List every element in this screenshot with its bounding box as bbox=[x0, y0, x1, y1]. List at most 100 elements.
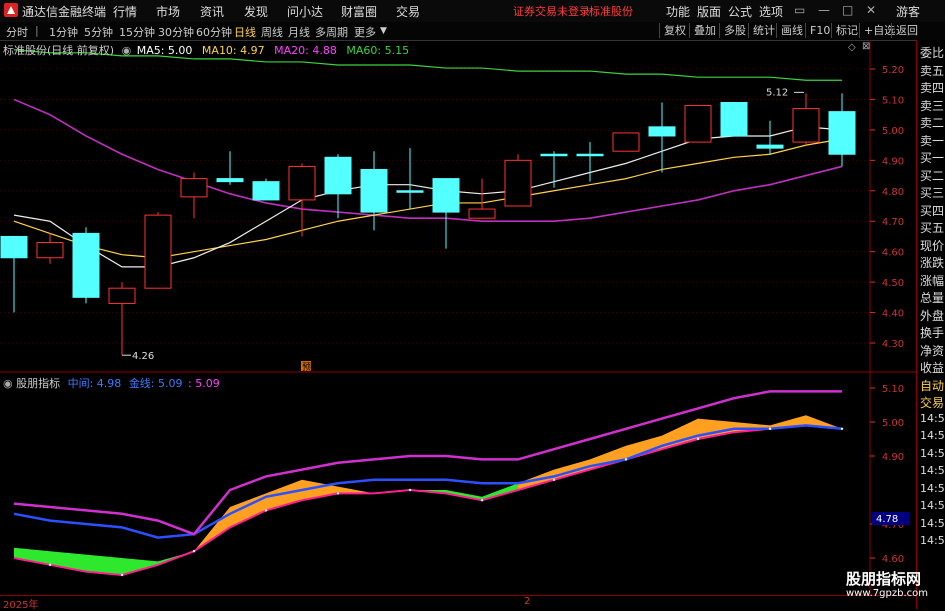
candle-body bbox=[0, 235, 28, 259]
tab-30min[interactable]: 30分钟 bbox=[158, 24, 194, 40]
indicator-dot bbox=[48, 563, 52, 566]
btn-back[interactable]: 返回 bbox=[891, 23, 922, 38]
date-axis: 2025年 2 bbox=[0, 595, 916, 611]
menu-xuanxiang[interactable]: 选项 bbox=[759, 3, 783, 20]
indicator-fill bbox=[14, 415, 842, 575]
ma20-label: MA20: 4.88 bbox=[274, 44, 337, 57]
y-tick-label: 5.00 bbox=[882, 126, 904, 137]
menu-faxian[interactable]: 发现 bbox=[244, 3, 268, 20]
menu-shichang[interactable]: 市场 bbox=[156, 3, 180, 20]
indicator-dot bbox=[480, 499, 484, 502]
quote-field: 14:56 bbox=[920, 481, 945, 495]
quote-field: 14:56 bbox=[920, 464, 945, 477]
menu-jiaoyi[interactable]: 交易 bbox=[396, 3, 420, 20]
quote-field: 买四 bbox=[920, 203, 945, 218]
menu-gongshi[interactable]: 公式 bbox=[728, 3, 752, 20]
tab-daily[interactable]: 日线 bbox=[234, 24, 256, 40]
quote-field: 涨幅 bbox=[920, 273, 945, 288]
y-tick-label: 4.70 bbox=[882, 217, 904, 228]
tab-more[interactable]: 更多 bbox=[354, 24, 376, 40]
indicator-dot bbox=[840, 427, 844, 430]
candle-body bbox=[576, 153, 604, 157]
tab-15min[interactable]: 15分钟 bbox=[119, 24, 155, 40]
indicator-band bbox=[338, 486, 374, 494]
indicator-magenta-line bbox=[13, 390, 842, 536]
menu-zixun[interactable]: 资讯 bbox=[200, 3, 224, 20]
indicator-chart[interactable]: 5.105.004.904.704.60 4.78 bbox=[0, 373, 916, 595]
quote-field: 14:56 bbox=[920, 411, 945, 425]
indicator-settings-icon[interactable]: ◉ bbox=[3, 377, 13, 390]
candle-body bbox=[828, 111, 856, 155]
ma-lines bbox=[13, 49, 843, 268]
separator: | bbox=[35, 24, 39, 37]
indicator-dot bbox=[552, 478, 556, 481]
menu-gongneng[interactable]: 功能 bbox=[666, 3, 690, 20]
y-tick-label: 5.20 bbox=[882, 65, 904, 76]
tab-5min[interactable]: 5分钟 bbox=[84, 24, 113, 40]
period-toolbar: 分时 | 1分钟 5分钟 15分钟 30分钟 60分钟 日线 周线 月线 多周期… bbox=[0, 22, 945, 41]
tab-weekly[interactable]: 周线 bbox=[261, 24, 283, 40]
indicator-name[interactable]: 股朋指标 bbox=[16, 377, 60, 390]
diamond-icon[interactable]: ◇ bbox=[848, 42, 856, 53]
indicator-dot bbox=[120, 573, 124, 577]
ma5-label: MA5: 5.00 bbox=[136, 44, 193, 57]
indicator-band bbox=[554, 459, 590, 480]
indicator-lines bbox=[13, 390, 844, 577]
more-chevron-icon[interactable]: ▼ bbox=[380, 26, 387, 36]
quote-field: 14:56 bbox=[920, 499, 945, 512]
btn-biaoji[interactable]: 标记 bbox=[831, 23, 862, 38]
quote-field: 买五 bbox=[920, 221, 945, 235]
tab-60min[interactable]: 60分钟 bbox=[196, 24, 232, 40]
quote-field: 卖四 bbox=[920, 81, 945, 95]
quote-field: 14:56 bbox=[920, 429, 945, 442]
minimize-window-icon[interactable]: — bbox=[818, 3, 830, 17]
indicator-dot bbox=[624, 458, 628, 461]
app-name: 通达信金融终端 bbox=[22, 5, 107, 19]
main-chart-legend: 标准股份(日线 前复权) ◉ MA5: 5.00 MA10: 4.97 MA20… bbox=[3, 42, 409, 58]
indicator-mid-label: 中间: 4.98 bbox=[67, 377, 122, 390]
candle-body bbox=[684, 105, 712, 143]
y-tick-label: 4.80 bbox=[882, 187, 904, 198]
maximize-icon[interactable]: □ bbox=[842, 3, 853, 17]
y-tick-label: 5.10 bbox=[882, 95, 904, 106]
quote-field: 买三 bbox=[920, 186, 945, 200]
menu-caifuquan[interactable]: 财富圈 bbox=[341, 3, 377, 20]
candle-body bbox=[360, 168, 388, 213]
candle-body bbox=[756, 144, 784, 149]
settings-icon[interactable]: ◉ bbox=[122, 44, 132, 57]
guest-label[interactable]: 游客 bbox=[896, 3, 920, 20]
quote-field: 自动 bbox=[920, 378, 945, 393]
menu-hangqing[interactable]: 行情 bbox=[113, 3, 137, 20]
ma10-label: MA10: 4.97 bbox=[201, 44, 265, 57]
tab-fenshi[interactable]: 分时 bbox=[6, 24, 28, 40]
candle-body bbox=[504, 159, 532, 207]
y-axis-ticks: 5.20 5.10 5.00 4.90 4.80 4.70 4.60 4.50 4.40 4.30 bbox=[870, 65, 904, 350]
candle-body bbox=[72, 232, 100, 298]
indicator-dot bbox=[696, 437, 700, 441]
btn-tongji[interactable]: 统计 bbox=[748, 23, 779, 38]
btn-f10[interactable]: F10 bbox=[805, 23, 834, 38]
menu-wenxiaoda[interactable]: 问小达 bbox=[287, 3, 323, 20]
btn-huaxian[interactable]: 画线 bbox=[776, 23, 807, 38]
indicator-dot bbox=[264, 509, 268, 512]
close-chart-icon[interactable]: ⊠ bbox=[862, 41, 870, 52]
tab-monthly[interactable]: 月线 bbox=[288, 24, 310, 40]
candle-body bbox=[720, 101, 748, 137]
indicator-legend: ◉ 股朋指标 中间: 4.98 金线: 5.09 : 5.09 bbox=[3, 375, 220, 391]
login-status[interactable]: 证券交易未登录 bbox=[513, 3, 590, 19]
tab-multi-period[interactable]: 多周期 bbox=[315, 24, 348, 40]
quote-field: 净资 bbox=[920, 343, 945, 358]
candle-body bbox=[108, 287, 136, 304]
close-icon[interactable]: ✕ bbox=[866, 3, 876, 17]
kline-chart[interactable]: 5.20 5.10 5.00 4.90 4.80 4.70 4.60 4.50 4.40 4.30… bbox=[0, 40, 916, 373]
btn-duogu[interactable]: 多股 bbox=[719, 23, 750, 38]
menu-banmian[interactable]: 版面 bbox=[697, 3, 721, 20]
btn-fuquan[interactable]: 复权 bbox=[659, 23, 690, 38]
title-bar: 通达信金融终端 行情 市场 资讯 发现 问小达 财富圈 交易 证券交易未登录 标… bbox=[0, 0, 945, 23]
candles bbox=[0, 93, 856, 356]
candle-body bbox=[468, 208, 496, 219]
minimize-icon[interactable]: ▭ bbox=[794, 3, 805, 17]
btn-diejia[interactable]: 叠加 bbox=[689, 23, 720, 38]
tab-1min[interactable]: 1分钟 bbox=[49, 24, 78, 40]
high-price-mark: 5.12 bbox=[766, 87, 788, 98]
